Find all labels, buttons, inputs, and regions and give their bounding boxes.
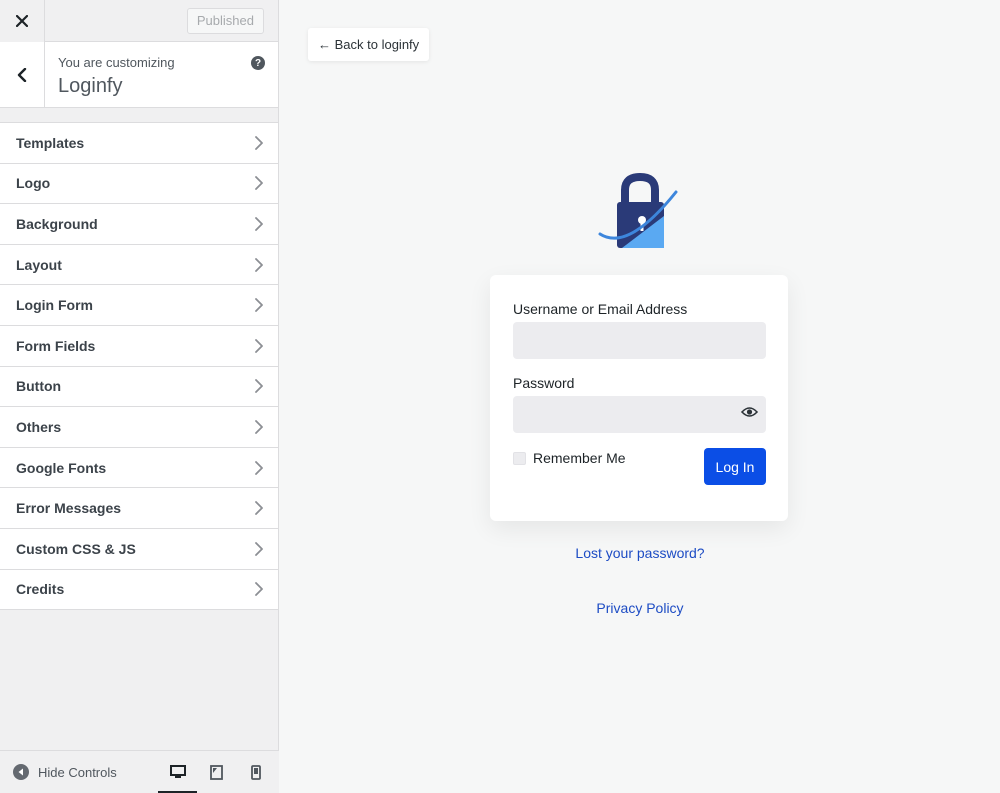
menu-item-logo[interactable]: Logo [0,163,278,205]
password-label: Password [513,375,575,391]
menu-item-label: Error Messages [16,500,122,517]
customizer-sidebar: Published You are customizing Loginfy ? … [0,0,279,793]
privacy-policy-text[interactable]: Privacy Policy [596,600,683,616]
site-title: Loginfy [58,75,123,97]
menu-item-credits[interactable]: Credits [0,569,278,611]
mobile-preview-button[interactable] [236,751,275,793]
menu-item-button[interactable]: Button [0,366,278,408]
chevron-right-icon [255,541,263,556]
lock-logo [598,172,682,257]
hide-controls-button[interactable]: Hide Controls [0,764,117,780]
close-icon [16,14,28,27]
menu-item-label: Logo [16,175,51,192]
chevron-right-icon [255,582,263,597]
chevron-right-icon [255,257,263,272]
customizing-label: You are customizing [58,55,175,70]
chevron-right-icon [255,217,263,231]
menu-item-label: Login Form [16,297,93,314]
menu-item-layout[interactable]: Layout [0,244,278,286]
menu-item-templates[interactable]: Templates [0,123,278,164]
privacy-policy-link[interactable]: Privacy Policy [280,600,1000,616]
chevron-right-icon [255,298,263,313]
chevron-right-icon [255,379,263,394]
desktop-preview-button[interactable] [158,751,197,793]
chevron-right-icon [255,501,263,516]
menu-item-label: Others [16,418,62,435]
menu-item-form-fields[interactable]: Form Fields [0,325,278,367]
menu-item-label: Credits [16,581,65,598]
chevron-right-icon [255,338,263,353]
chevron-right-icon [255,460,263,475]
published-button[interactable]: Published [186,7,264,34]
menu-item-google-fonts[interactable]: Google Fonts [0,447,278,489]
mobile-icon [250,764,261,780]
menu-item-others[interactable]: Others [0,407,278,448]
close-customizer-button[interactable] [0,0,45,42]
menu-item-label: Custom CSS & JS [16,540,136,557]
customizer-menu: Templates Logo Background Layout Login Form F… [0,122,278,611]
chevron-right-icon [255,420,263,434]
customizer-info: You are customizing Loginfy ? [0,42,278,108]
lost-password-text[interactable]: Lost your password? [575,545,704,561]
show-password-icon[interactable] [740,405,759,423]
username-input[interactable] [513,322,766,359]
back-button[interactable] [0,42,45,108]
menu-item-custom-css-js[interactable]: Custom CSS & JS [0,528,278,570]
remember-me[interactable]: Remember Me [513,450,626,466]
tablet-preview-button[interactable] [197,751,236,793]
username-label: Username or Email Address [513,301,688,317]
chevron-right-icon [255,135,263,150]
desktop-icon [169,765,186,778]
back-to-site-link[interactable]: ← Back to loginfy [308,28,430,61]
menu-item-label: Layout [16,256,62,273]
hide-controls-label: Hide Controls [38,764,117,780]
menu-item-error-messages[interactable]: Error Messages [0,488,278,529]
customizer-topbar: Published [0,0,278,42]
password-input[interactable] [513,396,766,433]
help-icon[interactable]: ? [251,56,265,70]
remember-me-checkbox[interactable] [513,451,526,465]
menu-item-label: Google Fonts [16,459,107,476]
menu-item-label: Background [16,215,98,232]
login-button[interactable]: Log In [704,448,766,485]
remember-me-label: Remember Me [533,450,626,466]
menu-item-label: Templates [16,134,85,151]
site-preview: ← Back to loginfy Username or Email Addr… [280,0,1000,793]
menu-item-label: Form Fields [16,337,96,354]
chevron-right-icon [255,176,263,191]
tablet-icon [210,764,223,780]
customizer-footer: Hide Controls [0,750,279,793]
menu-item-background[interactable]: Background [0,204,278,245]
chevron-left-icon [17,68,27,82]
login-form: Username or Email Address Password Remem… [490,275,788,521]
menu-item-login-form[interactable]: Login Form [0,285,278,326]
menu-item-label: Button [16,378,62,395]
lost-password-link[interactable]: Lost your password? [280,545,1000,561]
collapse-icon [13,764,29,780]
device-switcher [158,751,275,793]
